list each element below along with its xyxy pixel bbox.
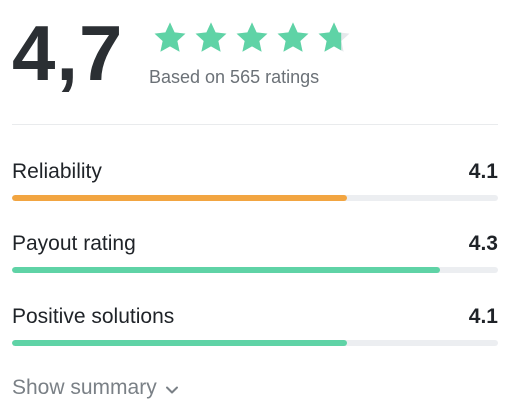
show-summary-label: Show summary [12, 376, 157, 399]
star-rating [152, 20, 352, 56]
divider [12, 124, 498, 125]
metric-positive-solutions: Positive solutions 4.1 [12, 305, 498, 357]
metric-value: 4.3 [468, 232, 498, 255]
metric-bar-fill [12, 267, 440, 273]
star-icon [318, 22, 350, 52]
star-icon [236, 22, 268, 52]
metric-value: 4.1 [468, 160, 498, 183]
metric-bar-track [12, 267, 498, 273]
metric-bar-fill [12, 195, 348, 201]
metric-label: Payout rating [12, 232, 136, 255]
rating-summary: 4,7 Based on 565 ratings [12, 12, 498, 108]
metric-reliability: Reliability 4.1 [12, 160, 498, 212]
metric-label: Reliability [12, 160, 102, 183]
metric-value: 4.1 [468, 305, 498, 328]
star-icon [195, 22, 227, 52]
star-icon [154, 22, 186, 52]
metric-payout-rating: Payout rating 4.3 [12, 232, 498, 284]
star-icon [277, 22, 309, 52]
metric-bar-track [12, 340, 498, 346]
metric-bar-fill [12, 340, 348, 346]
show-summary-button[interactable]: Show summary [12, 376, 179, 400]
metric-label: Positive solutions [12, 305, 175, 328]
metric-bar-track [12, 195, 498, 201]
chevron-down-icon [165, 386, 178, 393]
overall-score: 4,7 [12, 9, 124, 97]
ratings-count: Based on 565 ratings [149, 67, 320, 87]
